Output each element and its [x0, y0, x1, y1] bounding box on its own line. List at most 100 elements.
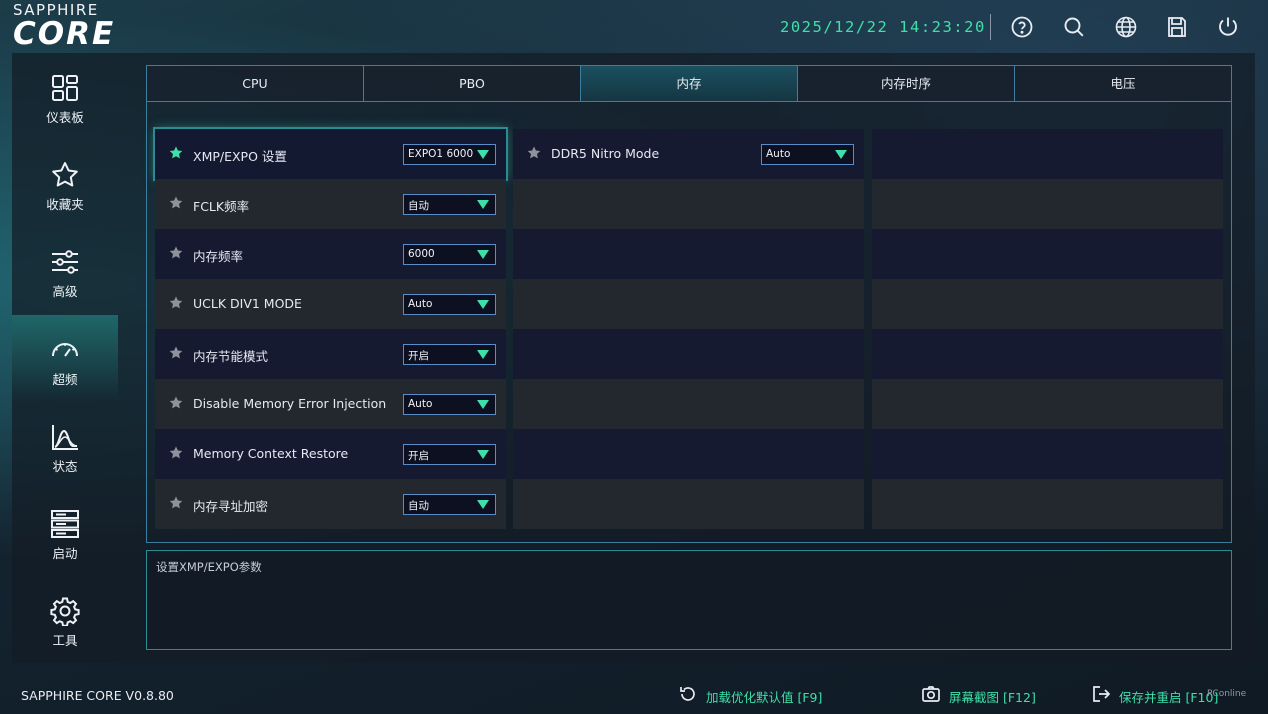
settings-panel: CPU PBO 内存 内存时序 电压 XMP/EXPO 设置 EXPO1 600…: [146, 65, 1232, 543]
settings-column-3: [872, 129, 1223, 529]
setting-dropdown[interactable]: Auto: [761, 144, 854, 165]
star-icon: [52, 162, 78, 187]
exit-icon: [1093, 686, 1111, 702]
dropdown-value: Auto: [766, 148, 791, 160]
help-icon[interactable]: [1010, 15, 1034, 39]
setting-label: XMP/EXPO 设置: [193, 149, 287, 164]
favorite-star-icon[interactable]: [169, 146, 183, 160]
favorite-star-icon[interactable]: [169, 196, 183, 210]
favorite-star-icon[interactable]: [169, 346, 183, 360]
dropdown-arrow-icon: [477, 250, 489, 259]
setting-dropdown[interactable]: Auto: [403, 294, 496, 315]
setting-dropdown[interactable]: 自动: [403, 194, 496, 215]
dropdown-value: 自动: [408, 200, 429, 212]
setting-row-fclk[interactable]: FCLK频率 自动: [155, 179, 506, 229]
gear-icon: [50, 597, 80, 626]
setting-row-uclk-div1[interactable]: UCLK DIV1 MODE Auto: [155, 279, 506, 329]
sidebar-item-status[interactable]: 状态: [12, 402, 118, 488]
setting-row-memory-frequency[interactable]: 内存频率 6000: [155, 229, 506, 279]
tab-memory[interactable]: 内存: [581, 66, 798, 102]
dropdown-arrow-icon: [477, 350, 489, 359]
tab-voltage[interactable]: 电压: [1015, 66, 1231, 102]
dropdown-value: EXPO1 6000: [408, 148, 474, 160]
sidebar-item-boot[interactable]: 启动: [12, 489, 118, 575]
dropdown-value: Auto: [408, 398, 433, 410]
sidebar-item-advanced[interactable]: 高级: [12, 227, 118, 313]
sliders-icon: [52, 250, 78, 274]
load-defaults-label: 加载优化默认值 [F9]: [706, 690, 823, 705]
empty-row: [872, 229, 1223, 279]
empty-row: [872, 379, 1223, 429]
empty-row: [872, 129, 1223, 179]
setting-label: 内存节能模式: [193, 349, 269, 364]
setting-label: DDR5 Nitro Mode: [551, 146, 660, 161]
setting-dropdown[interactable]: EXPO1 6000: [403, 144, 496, 165]
empty-row: [513, 329, 864, 379]
settings-column-1: XMP/EXPO 设置 EXPO1 6000 FCLK频率 自动 内存频率 60…: [155, 129, 506, 529]
status-chart-icon: [52, 425, 78, 450]
favorite-star-icon[interactable]: [169, 496, 183, 510]
save-icon[interactable]: [1165, 15, 1189, 39]
power-icon[interactable]: [1216, 15, 1240, 39]
dropdown-value: 开启: [408, 350, 429, 362]
setting-label: 内存频率: [193, 249, 244, 264]
version-label: SAPPHIRE CORE V0.8.80: [21, 688, 174, 703]
empty-row: [513, 229, 864, 279]
tab-pbo[interactable]: PBO: [364, 66, 581, 102]
dropdown-value: 开启: [408, 450, 429, 462]
setting-row-xmp-expo[interactable]: XMP/EXPO 设置 EXPO1 6000: [155, 129, 506, 179]
favorite-star-icon[interactable]: [527, 146, 541, 160]
favorite-star-icon[interactable]: [169, 246, 183, 260]
dropdown-arrow-icon: [477, 300, 489, 309]
sidebar: 仪表板 收藏夹 高级 超频 状态 启动 工具: [12, 53, 118, 663]
sidebar-item-tools[interactable]: 工具: [12, 576, 118, 662]
tab-memory-timing[interactable]: 内存时序: [798, 66, 1015, 102]
empty-row: [872, 329, 1223, 379]
dropdown-value: Auto: [408, 298, 433, 310]
boot-stack-icon: [51, 510, 79, 538]
setting-dropdown[interactable]: 自动: [403, 494, 496, 515]
speedometer-icon: [52, 343, 78, 357]
description-panel: 设置XMP/EXPO参数: [146, 550, 1232, 650]
sidebar-item-label: 超频: [52, 372, 78, 387]
settings-column-2: DDR5 Nitro Mode Auto: [513, 129, 864, 529]
favorite-star-icon[interactable]: [169, 296, 183, 310]
dropdown-value: 6000: [408, 248, 435, 260]
setting-dropdown[interactable]: 开启: [403, 444, 496, 465]
description-text: 设置XMP/EXPO参数: [156, 560, 262, 574]
setting-dropdown[interactable]: 开启: [403, 344, 496, 365]
sidebar-item-dashboard[interactable]: 仪表板: [12, 53, 118, 139]
empty-row: [513, 479, 864, 529]
favorite-star-icon[interactable]: [169, 396, 183, 410]
sidebar-item-label: 收藏夹: [46, 197, 84, 212]
logo-brand-big: CORE: [13, 16, 116, 52]
tab-cpu[interactable]: CPU: [147, 66, 364, 102]
dropdown-arrow-icon: [477, 450, 489, 459]
empty-row: [513, 429, 864, 479]
dropdown-arrow-icon: [477, 400, 489, 409]
camera-icon: [922, 686, 940, 702]
setting-row-memory-power-saving[interactable]: 内存节能模式 开启: [155, 329, 506, 379]
search-icon[interactable]: [1062, 15, 1086, 39]
sidebar-item-overclock[interactable]: 超频: [12, 315, 118, 401]
setting-row-disable-memory-error-injection[interactable]: Disable Memory Error Injection Auto: [155, 379, 506, 429]
watermark: PConline: [1207, 689, 1247, 699]
empty-row: [872, 179, 1223, 229]
setting-label: Disable Memory Error Injection: [193, 396, 387, 411]
setting-row-memory-address-encryption[interactable]: 内存寻址加密 自动: [155, 479, 506, 529]
empty-row: [513, 179, 864, 229]
favorite-star-icon[interactable]: [169, 446, 183, 460]
globe-icon[interactable]: [1114, 15, 1138, 39]
sidebar-item-label: 仪表板: [46, 110, 84, 125]
empty-row: [513, 279, 864, 329]
setting-label: FCLK频率: [193, 199, 250, 214]
setting-dropdown[interactable]: Auto: [403, 394, 496, 415]
setting-label: 内存寻址加密: [193, 499, 269, 514]
sidebar-item-favorites[interactable]: 收藏夹: [12, 140, 118, 226]
setting-row-ddr5-nitro-mode[interactable]: DDR5 Nitro Mode Auto: [513, 129, 864, 179]
dropdown-arrow-icon: [477, 500, 489, 509]
dropdown-value: 自动: [408, 500, 429, 512]
setting-row-memory-context-restore[interactable]: Memory Context Restore 开启: [155, 429, 506, 479]
setting-dropdown[interactable]: 6000: [403, 244, 496, 265]
dropdown-arrow-icon: [477, 150, 489, 159]
